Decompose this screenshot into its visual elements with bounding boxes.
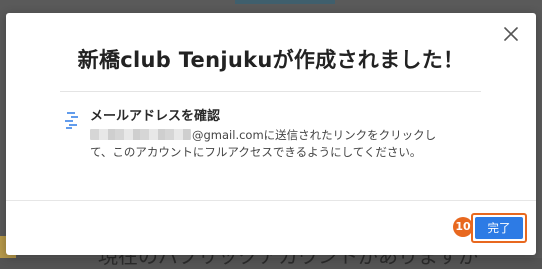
step-heading: メールアドレスを確認: [90, 109, 221, 124]
dialog-title: 新橋club Tenjukuが作成されました！: [77, 48, 465, 72]
title-divider: [60, 91, 481, 92]
backdrop-header-strip: [235, 0, 335, 4]
step-number-badge: 10: [453, 217, 473, 237]
account-created-dialog: 新橋club Tenjukuが作成されました！ メールアドレスを確認 @gmai…: [6, 13, 536, 255]
done-button-label: 完了: [475, 217, 523, 239]
redacted-email-user: [90, 129, 191, 140]
footer-divider: [6, 200, 536, 201]
step-description: @gmail.comに送信されたリンクをクリックし て、このアカウントにフルアク…: [90, 127, 490, 161]
done-button[interactable]: 完了: [471, 213, 527, 243]
close-button[interactable]: [500, 23, 522, 45]
step-body-line2: て、このアカウントにフルアクセスできるようにしてください。: [90, 145, 422, 159]
done-action: 完了 10: [453, 213, 527, 245]
email-domain: @gmail.com: [192, 128, 264, 142]
step-body-line1: に送信されたリンクをクリックし: [263, 128, 437, 142]
steps-icon: [65, 112, 78, 129]
close-icon: [504, 27, 518, 41]
